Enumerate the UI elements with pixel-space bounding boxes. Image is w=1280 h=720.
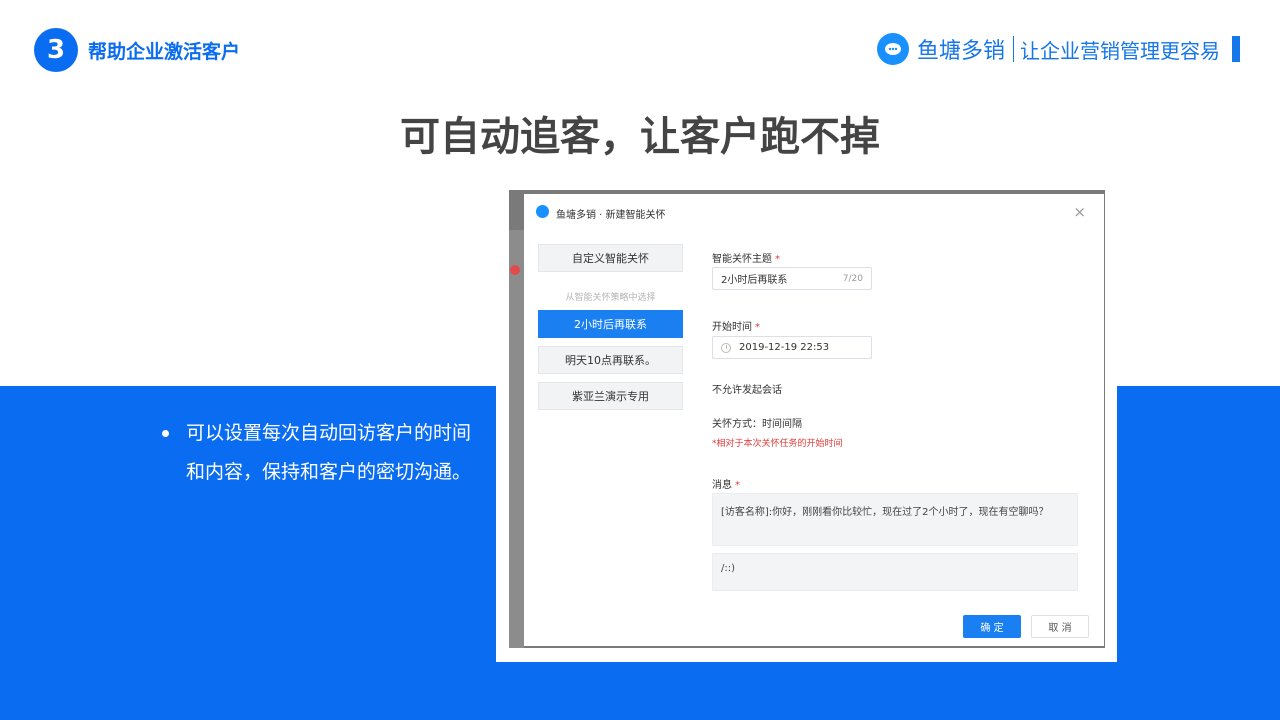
topic-label: 智能关怀主题 * <box>712 250 780 265</box>
bullet-text: 可以设置每次自动回访客户的时间和内容，保持和客户的密切沟通。 <box>186 422 472 483</box>
topic-input[interactable]: 2小时后再联系 7/20 <box>712 267 872 290</box>
care-method-text: 关怀方式：时间间隔 <box>712 419 802 430</box>
message-label-text: 消息 <box>712 480 732 491</box>
message-textarea-1[interactable]: [访客名称]:你好，刚刚看你比较忙，现在过了2个小时了，现在有空聊吗？ <box>712 493 1078 546</box>
section-title: 帮助企业激活客户 <box>88 41 241 63</box>
app-logo-icon <box>536 205 549 218</box>
bullet-dot-icon <box>162 430 169 437</box>
brand-slogan: 让企业营销管理更容易 <box>1020 38 1220 63</box>
notification-dot-icon <box>510 265 520 275</box>
strategy-option-demo[interactable]: 紫亚兰演示专用 <box>538 382 683 410</box>
topic-char-counter: 7/20 <box>842 273 863 284</box>
required-mark: * <box>775 254 780 265</box>
background-app-strip <box>509 230 524 648</box>
required-mark: * <box>755 322 760 333</box>
start-time-label-text: 开始时间 <box>712 322 752 333</box>
cancel-button[interactable]: 取 消 <box>1031 615 1089 638</box>
topic-value: 2小时后再联系 <box>721 275 788 286</box>
section-number-badge: 3 <box>34 28 78 72</box>
no-session-text: 不允许发起会话 <box>712 385 782 396</box>
care-method-note: *相对于本次关怀任务的开始时间 <box>712 439 843 449</box>
new-smart-care-dialog: 鱼塘多销 · 新建智能关怀 × 自定义智能关怀 从智能关怀策略中选择 2小时后再… <box>524 194 1104 646</box>
brand-header: 鱼塘多销 让企业营销管理更容易 <box>876 30 1240 68</box>
custom-care-option[interactable]: 自定义智能关怀 <box>538 244 683 272</box>
start-time-picker[interactable]: 2019-12-19 22:53 <box>712 336 872 359</box>
dialog-title: 鱼塘多销 · 新建智能关怀 <box>556 210 666 221</box>
start-time-label: 开始时间 * <box>712 318 760 333</box>
brand-divider <box>1013 36 1014 62</box>
fish-logo-icon <box>876 33 909 65</box>
strategy-option-tomorrow[interactable]: 明天10点再联系。 <box>538 346 683 374</box>
message-label: 消息 * <box>712 476 740 491</box>
clock-icon <box>721 342 731 353</box>
brand-accent-bar <box>1232 36 1240 62</box>
strategy-option-2h[interactable]: 2小时后再联系 <box>538 310 683 338</box>
required-mark: * <box>735 480 740 491</box>
close-icon[interactable]: × <box>1073 203 1086 221</box>
confirm-button[interactable]: 确 定 <box>963 615 1021 638</box>
message-textarea-2[interactable]: /::) <box>712 553 1078 591</box>
strategy-group-label: 从智能关怀策略中选择 <box>565 293 656 303</box>
start-time-value: 2019-12-19 22:53 <box>739 342 830 353</box>
bullet-point: 可以设置每次自动回访客户的时间和内容，保持和客户的密切沟通。 <box>162 414 472 492</box>
page-title: 可自动追客，让客户跑不掉 <box>400 114 880 160</box>
brand-name: 鱼塘多销 <box>916 39 1005 64</box>
topic-label-text: 智能关怀主题 <box>712 254 772 265</box>
